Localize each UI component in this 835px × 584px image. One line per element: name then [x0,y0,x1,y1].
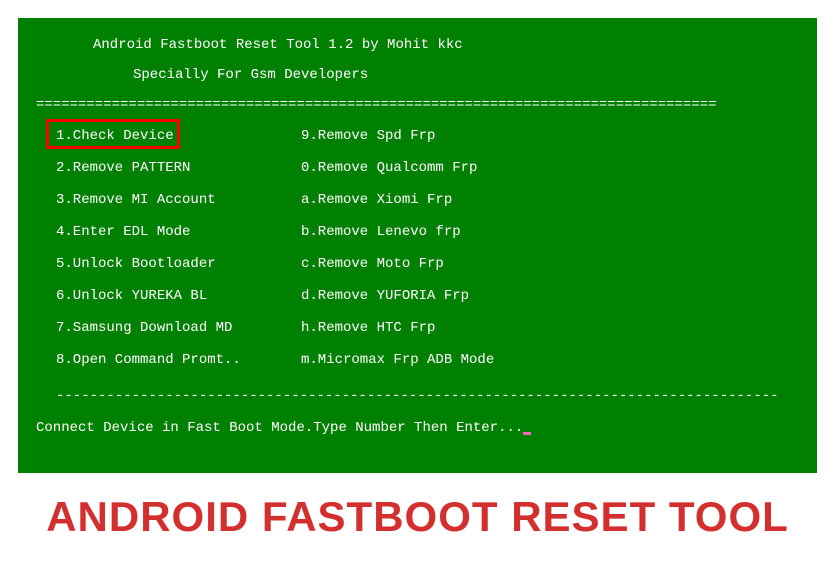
menu-item-label: 5.Unlock Bootloader [56,256,216,272]
menu-item-remove-pattern[interactable]: 2.Remove PATTERN [56,159,301,177]
highlight-box [46,119,180,149]
prompt-line[interactable]: Connect Device in Fast Boot Mode.Type Nu… [18,419,817,437]
menu-item-unlock-bootloader[interactable]: 5.Unlock Bootloader [56,255,301,273]
terminal-content: Android Fastboot Reset Tool 1.2 by Mohit… [18,18,817,437]
menu-row: 5.Unlock Bootloader c.Remove Moto Frp [56,255,817,287]
menu-item-label: b.Remove Lenevo frp [301,224,461,240]
menu-item-label: 8.Open Command Promt.. [56,352,241,368]
menu-item-label: 2.Remove PATTERN [56,160,190,176]
app-title: Android Fastboot Reset Tool 1.2 by Mohit… [18,36,817,54]
menu-item-open-command-prompt[interactable]: 8.Open Command Promt.. [56,351,301,369]
menu-item-micromax-frp-adb[interactable]: m.Micromax Frp ADB Mode [301,351,817,369]
cursor-icon [523,432,531,435]
menu-item-unlock-yureka-bl[interactable]: 6.Unlock YUREKA BL [56,287,301,305]
menu-item-check-device[interactable]: 1.Check Device [56,127,301,145]
menu-item-remove-qualcomm-frp[interactable]: 0.Remove Qualcomm Frp [301,159,817,177]
menu-item-samsung-download-md[interactable]: 7.Samsung Download MD [56,319,301,337]
menu-row: 4.Enter EDL Mode b.Remove Lenevo frp [56,223,817,255]
menu-row: 7.Samsung Download MD h.Remove HTC Frp [56,319,817,351]
menu-row: 1.Check Device 9.Remove Spd Frp [56,127,817,159]
menu-item-label: m.Micromax Frp ADB Mode [301,352,494,368]
menu-item-label: 9.Remove Spd Frp [301,128,435,144]
menu-item-label: c.Remove Moto Frp [301,256,444,272]
app-subtitle: Specially For Gsm Developers [18,66,817,84]
menu-item-remove-xiomi-frp[interactable]: a.Remove Xiomi Frp [301,191,817,209]
menu-item-label: 6.Unlock YUREKA BL [56,288,207,304]
menu-row: 6.Unlock YUREKA BL d.Remove YUFORIA Frp [56,287,817,319]
image-caption: ANDROID FASTBOOT RESET TOOL [0,493,835,541]
terminal-window: Android Fastboot Reset Tool 1.2 by Mohit… [18,18,817,473]
menu-item-label: h.Remove HTC Frp [301,320,435,336]
menu-item-label: 4.Enter EDL Mode [56,224,190,240]
menu-item-label: d.Remove YUFORIA Frp [301,288,469,304]
menu-item-label: a.Remove Xiomi Frp [301,192,452,208]
menu-container: 1.Check Device 9.Remove Spd Frp 2.Remove… [18,115,817,383]
divider-top: ========================================… [18,96,817,114]
menu-row: 3.Remove MI Account a.Remove Xiomi Frp [56,191,817,223]
menu-item-label: 3.Remove MI Account [56,192,216,208]
menu-row: 2.Remove PATTERN 0.Remove Qualcomm Frp [56,159,817,191]
menu-item-remove-lenevo-frp[interactable]: b.Remove Lenevo frp [301,223,817,241]
menu-item-remove-htc-frp[interactable]: h.Remove HTC Frp [301,319,817,337]
menu-item-label: 7.Samsung Download MD [56,320,232,336]
menu-item-remove-moto-frp[interactable]: c.Remove Moto Frp [301,255,817,273]
menu-item-remove-spd-frp[interactable]: 9.Remove Spd Frp [301,127,817,145]
menu-item-remove-yuforia-frp[interactable]: d.Remove YUFORIA Frp [301,287,817,305]
menu-row: 8.Open Command Promt.. m.Micromax Frp AD… [56,351,817,383]
divider-bottom: ----------------------------------------… [18,387,817,405]
prompt-text: Connect Device in Fast Boot Mode.Type Nu… [36,420,523,436]
menu-item-remove-mi-account[interactable]: 3.Remove MI Account [56,191,301,209]
menu-item-enter-edl-mode[interactable]: 4.Enter EDL Mode [56,223,301,241]
menu-item-label: 0.Remove Qualcomm Frp [301,160,477,176]
